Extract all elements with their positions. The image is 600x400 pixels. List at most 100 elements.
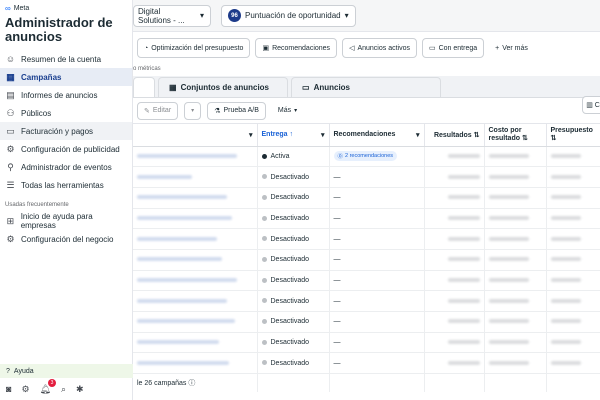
- recommendations-value: —: [333, 359, 341, 367]
- budget-cell: [546, 146, 600, 168]
- sidebar-item-account-overview[interactable]: ☺ Resumen de la cuenta: [0, 50, 132, 68]
- delivery-cell: Desactivado: [257, 270, 330, 292]
- meta-logo[interactable]: ∞ Meta: [0, 0, 132, 13]
- column-header-results[interactable]: Resultados ⇅: [424, 124, 485, 147]
- results-cell: [424, 228, 485, 250]
- table-row[interactable]: Desactivado —: [133, 228, 600, 250]
- table-row[interactable]: Activa ⓪ 2 recomendaciones: [133, 146, 600, 168]
- ad-reports-icon: ▤: [6, 89, 15, 100]
- account-selector[interactable]: Digital Solutions - ... ▾: [133, 4, 211, 27]
- delivery-cell: Activa: [257, 146, 330, 168]
- budget-cell: [546, 332, 600, 354]
- campaign-name-cell[interactable]: [133, 228, 258, 250]
- events-manager-icon: ⚲: [7, 161, 14, 172]
- opportunity-score[interactable]: 96 Puntuación de oportunidad ▾: [221, 4, 356, 27]
- bell-icon[interactable]: 🔔︎ 3: [40, 378, 56, 395]
- campaign-name-cell[interactable]: [133, 146, 258, 168]
- top-bar: Digital Solutions - ... ▾ 96 Puntuación …: [133, 0, 600, 32]
- table-row[interactable]: Desactivado —: [133, 208, 600, 230]
- recommendations-cell: —: [329, 187, 425, 209]
- column-header-name[interactable]: ▾: [133, 124, 258, 147]
- edit-button[interactable]: ✎ Editar: [137, 101, 179, 120]
- table-header: ▾ Entrega ↑ ▾ Recomendaciones ▾ Resultad…: [133, 124, 600, 147]
- delivery-status: Desactivado: [270, 256, 310, 264]
- results-cell: [424, 249, 485, 271]
- delivery-cell: Desactivado: [257, 208, 330, 230]
- score-label: Puntuación de oportunidad: [245, 11, 341, 20]
- sidebar-item-ad-reports[interactable]: ▤ Informes de anuncios: [0, 86, 132, 104]
- recommendations-chip[interactable]: ▣ Recomendaciones: [255, 38, 338, 58]
- delivery-status: Desactivado: [270, 297, 310, 305]
- delivery-status: Activa: [270, 152, 290, 160]
- cost-per-result-cell: [484, 249, 547, 271]
- sidebar-item-events-manager[interactable]: ⚲ Administrador de eventos: [0, 158, 132, 176]
- campaign-name-cell[interactable]: [133, 166, 258, 188]
- campaign-name-cell[interactable]: [133, 332, 258, 354]
- campaign-name-cell[interactable]: [133, 352, 258, 375]
- recommendations-value: —: [333, 194, 341, 202]
- campaign-name-cell[interactable]: [133, 249, 258, 271]
- delivery-icon: ▭: [428, 45, 436, 52]
- recommendations-value: —: [333, 256, 341, 264]
- help-button[interactable]: ? Ayuda: [0, 364, 133, 378]
- table-row[interactable]: Desactivado —: [133, 290, 600, 312]
- table-row[interactable]: Desactivado —: [133, 166, 600, 188]
- results-cell: [424, 270, 485, 292]
- budget-optimization-chip[interactable]: ◔ Optimización del presupuesto: [137, 38, 251, 58]
- table-row[interactable]: Desactivado —: [133, 249, 600, 271]
- sidebar-item-campaigns[interactable]: ▦ Campañas: [0, 68, 132, 86]
- tab-ads[interactable]: ▭ Anuncios: [291, 77, 441, 97]
- sidebar-item-all-tools[interactable]: ☰ Todas las herramientas: [0, 176, 132, 194]
- pencil-icon: ✎: [144, 107, 150, 115]
- with-delivery-chip[interactable]: ▭ Con entrega: [421, 38, 485, 58]
- column-header-budget[interactable]: Presupuesto ⇅: [546, 124, 600, 147]
- column-header-recommendations[interactable]: Recomendaciones ▾: [329, 124, 425, 147]
- tab-ad-sets[interactable]: ▦ Conjuntos de anuncios: [158, 77, 288, 97]
- sidebar-item-business-settings[interactable]: ⚙ Configuración del negocio: [0, 230, 132, 248]
- campaign-name-cell[interactable]: [133, 208, 258, 230]
- recommendations-cell: ⓪2 recomendaciones: [329, 146, 425, 168]
- sidebar-item-audiences[interactable]: ⚇ Públicos: [0, 104, 132, 122]
- megaphone-icon: ◁: [349, 45, 355, 52]
- campaign-name-cell[interactable]: [133, 311, 258, 333]
- sidebar-item-business-help-center[interactable]: ⊞ Inicio de ayuda para empresas: [0, 212, 132, 230]
- cost-per-result-cell: [484, 332, 547, 354]
- delivery-status: Desactivado: [270, 318, 310, 326]
- chevron-down-icon: ▾: [294, 108, 298, 114]
- campaign-name-cell[interactable]: [133, 270, 258, 292]
- sidebar-item-label: Administrador de eventos: [21, 162, 112, 172]
- table-row[interactable]: Desactivado —: [133, 332, 600, 354]
- bug-icon[interactable]: ✱: [76, 384, 84, 395]
- results-cell: [424, 187, 485, 209]
- results-cell: [424, 352, 485, 375]
- edit-dropdown-button[interactable]: ▾: [184, 101, 202, 120]
- recommendations-chip[interactable]: ⓪2 recomendaciones: [333, 151, 398, 162]
- account-icon[interactable]: ◙: [6, 384, 11, 394]
- sidebar-item-ad-settings[interactable]: ⚙ Configuración de publicidad: [0, 140, 132, 158]
- delivery-status: Desactivado: [270, 276, 310, 284]
- ab-test-button[interactable]: ⚗ Prueba A/B: [207, 101, 266, 120]
- gear-icon[interactable]: ⚙: [21, 384, 29, 395]
- more-button[interactable]: Más ▾: [271, 101, 304, 120]
- column-header-cost-per-result[interactable]: Costo por resultado ⇅: [484, 124, 547, 147]
- active-ads-chip[interactable]: ◁ Anuncios activos: [342, 38, 417, 58]
- table-row[interactable]: Desactivado —: [133, 187, 600, 209]
- column-header-delivery[interactable]: Entrega ↑ ▾: [257, 124, 330, 147]
- table-row[interactable]: Desactivado —: [133, 352, 600, 375]
- tab-campaigns[interactable]: [133, 77, 155, 97]
- campaign-name-cell[interactable]: [133, 187, 258, 209]
- business-help-center-icon: ⊞: [6, 215, 15, 226]
- sidebar-item-label: Todas las herramientas: [21, 180, 104, 190]
- level-tabs: ▦ Conjuntos de anuncios ▭ Anuncios: [133, 76, 600, 98]
- recommendations-cell: —: [329, 166, 425, 188]
- cost-per-result-cell: [484, 146, 547, 168]
- action-bar: ✎ Editar ▾ ⚗ Prueba A/B Más ▾: [133, 98, 600, 124]
- search-icon[interactable]: ⌕: [61, 384, 66, 395]
- campaign-name-cell[interactable]: [133, 290, 258, 312]
- table-row[interactable]: Desactivado —: [133, 311, 600, 333]
- help-label: Ayuda: [13, 367, 34, 375]
- table-row[interactable]: Desactivado —: [133, 270, 600, 292]
- see-more-button[interactable]: + Ver más: [489, 38, 534, 58]
- sidebar-item-billing[interactable]: ▭ Facturación y pagos: [0, 122, 132, 140]
- columns-button[interactable]: ▥ C: [582, 96, 600, 114]
